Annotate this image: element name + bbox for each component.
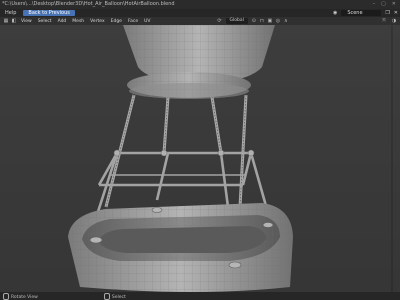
snap-icon[interactable]: ⊓ xyxy=(259,18,265,24)
menu-mesh[interactable]: Mesh xyxy=(69,19,87,24)
orientation-dropdown[interactable]: Global xyxy=(225,18,248,24)
back-to-previous-button[interactable]: Back to Previous xyxy=(23,10,75,16)
transform-tools: ⟳ Global ⊙ ⊓ ▣ ◎ ∧ xyxy=(216,18,290,24)
pivot-icon[interactable]: ⊙ xyxy=(251,18,257,24)
menu-add[interactable]: Add xyxy=(55,19,70,24)
menu-edge[interactable]: Edge xyxy=(108,19,125,24)
menu-help[interactable]: Help xyxy=(2,10,19,16)
overlay-icon[interactable]: ◑ xyxy=(391,18,397,24)
status-left-label: Rotate View xyxy=(11,294,38,300)
gizmo-icon[interactable]: ⤧ xyxy=(381,18,387,24)
orientation-icon: ⟳ xyxy=(217,18,222,24)
close-scene-icon[interactable]: ✕ xyxy=(394,10,398,16)
maximize-icon[interactable]: ▢ xyxy=(381,0,386,9)
window-title: *C:\Users\...\Desktop\Blender3D\Hot_Air_… xyxy=(2,1,175,7)
minimize-icon[interactable]: – xyxy=(373,0,376,9)
menu-face[interactable]: Face xyxy=(125,19,141,24)
scene-icon: ◉ xyxy=(332,10,338,16)
menu-uv[interactable]: UV xyxy=(141,19,153,24)
viewport-header: ▦ ◧ View Select Add Mesh Vertex Edge Fac… xyxy=(0,17,400,25)
close-icon[interactable]: ✕ xyxy=(392,0,396,9)
falloff-icon[interactable]: ∧ xyxy=(283,18,289,24)
header-right-tools: ⤧ ◑ xyxy=(380,18,398,24)
window-titlebar: *C:\Users\...\Desktop\Blender3D\Hot_Air_… xyxy=(0,0,400,9)
menu-view[interactable]: View xyxy=(18,19,35,24)
mesh-render xyxy=(0,25,400,292)
mouse-icon xyxy=(3,292,9,300)
editor-type-icon[interactable]: ▦ xyxy=(3,18,9,24)
copy-scene-icon[interactable]: ❐ xyxy=(385,10,389,16)
3d-viewport[interactable] xyxy=(0,25,400,292)
menu-vertex[interactable]: Vertex xyxy=(87,19,107,24)
mouse-icon-right xyxy=(103,292,110,300)
status-right-label: Select xyxy=(111,294,126,300)
window-controls: – ▢ ✕ xyxy=(373,0,400,9)
menu-select[interactable]: Select xyxy=(35,19,55,24)
proportional-edit-icon[interactable]: ◎ xyxy=(275,18,281,24)
top-menubar: Help Back to Previous ◉ Scene ❐ ✕ xyxy=(0,9,400,17)
scene-field[interactable]: Scene xyxy=(341,10,382,16)
status-right: Select xyxy=(103,292,126,300)
status-bar: Rotate View Select xyxy=(0,292,400,300)
scene-selector: ◉ Scene ❐ ✕ xyxy=(333,10,398,16)
status-left: Rotate View xyxy=(3,292,38,300)
snap-target-icon[interactable]: ▣ xyxy=(267,18,273,24)
basket xyxy=(68,203,293,292)
mode-icon[interactable]: ◧ xyxy=(11,18,17,24)
